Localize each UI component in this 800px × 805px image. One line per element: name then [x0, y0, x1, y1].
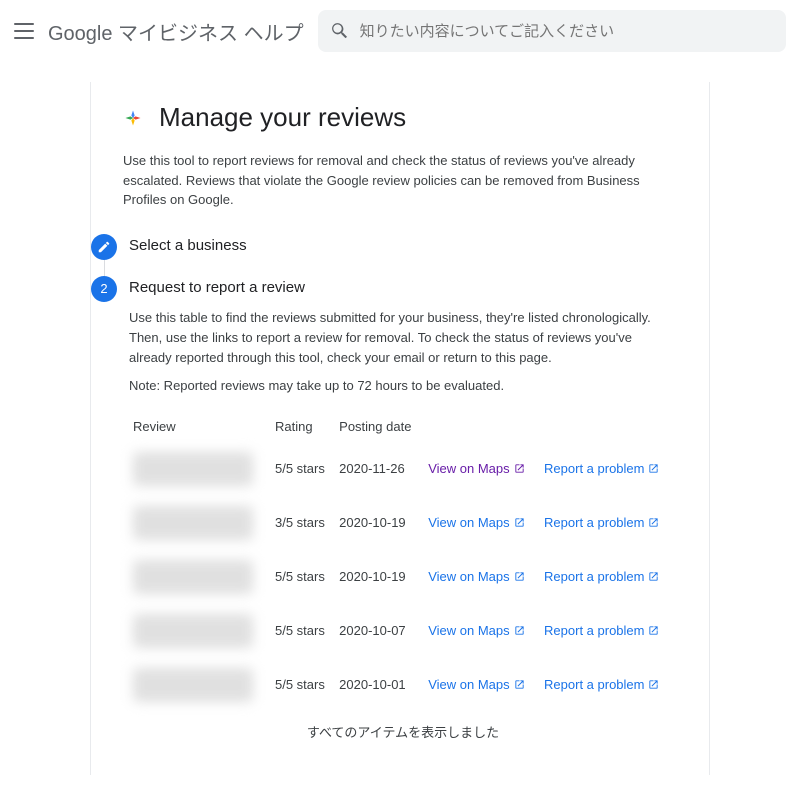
review-text-blurred: [133, 614, 253, 648]
rating-cell: 5/5 stars: [271, 550, 335, 604]
view-on-maps-link[interactable]: View on Maps: [428, 461, 524, 476]
search-icon: [330, 21, 350, 41]
review-text-blurred: [133, 506, 253, 540]
product-icon: [123, 108, 143, 128]
search-input[interactable]: [360, 23, 774, 40]
reviews-table: Review Rating Posting date 5/5 stars2020…: [129, 411, 677, 712]
intro-text: Use this tool to report reviews for remo…: [123, 151, 677, 210]
report-problem-link[interactable]: Report a problem: [544, 569, 659, 584]
rating-cell: 5/5 stars: [271, 604, 335, 658]
step-2-badge: 2: [91, 276, 117, 302]
col-review: Review: [129, 411, 271, 442]
content-panel: Manage your reviews Use this tool to rep…: [90, 82, 710, 775]
review-text-blurred: [133, 452, 253, 486]
report-problem-link[interactable]: Report a problem: [544, 515, 659, 530]
table-row: 5/5 stars2020-11-26 View on Maps Report a…: [129, 442, 677, 496]
app-header: Google マイビジネス ヘルプ: [0, 0, 800, 62]
view-on-maps-link[interactable]: View on Maps: [428, 569, 524, 584]
step-2-note: Note: Reported reviews may take up to 72…: [129, 378, 677, 393]
table-row: 3/5 stars2020-10-19 View on Maps Report a…: [129, 496, 677, 550]
view-on-maps-link[interactable]: View on Maps: [428, 623, 524, 638]
search-bar[interactable]: [318, 10, 786, 52]
step-1: Select a business: [129, 234, 677, 254]
report-problem-link[interactable]: Report a problem: [544, 461, 659, 476]
brand-title: Google マイビジネス ヘルプ: [48, 17, 304, 46]
date-cell: 2020-11-26: [335, 442, 424, 496]
all-items-shown: すべてのアイテムを表示しました: [129, 712, 677, 741]
step-2-body: Use this table to find the reviews submi…: [129, 308, 677, 368]
step-1-badge-pencil-icon[interactable]: [91, 234, 117, 260]
date-cell: 2020-10-19: [335, 496, 424, 550]
step-1-title: Select a business: [129, 234, 677, 254]
report-problem-link[interactable]: Report a problem: [544, 623, 659, 638]
col-rating: Rating: [271, 411, 335, 442]
step-2: 2 Request to report a review Use this ta…: [129, 276, 677, 741]
hamburger-menu-icon[interactable]: [14, 21, 34, 41]
date-cell: 2020-10-19: [335, 550, 424, 604]
table-row: 5/5 stars2020-10-19 View on Maps Report a…: [129, 550, 677, 604]
page-body: Manage your reviews Use this tool to rep…: [0, 62, 800, 805]
page-title: Manage your reviews: [159, 102, 406, 133]
review-text-blurred: [133, 560, 253, 594]
col-date: Posting date: [335, 411, 424, 442]
date-cell: 2020-10-07: [335, 604, 424, 658]
step-2-title: Request to report a review: [129, 276, 677, 296]
rating-cell: 5/5 stars: [271, 442, 335, 496]
view-on-maps-link[interactable]: View on Maps: [428, 515, 524, 530]
rating-cell: 3/5 stars: [271, 496, 335, 550]
table-row: 5/5 stars2020-10-07 View on Maps Report a…: [129, 604, 677, 658]
